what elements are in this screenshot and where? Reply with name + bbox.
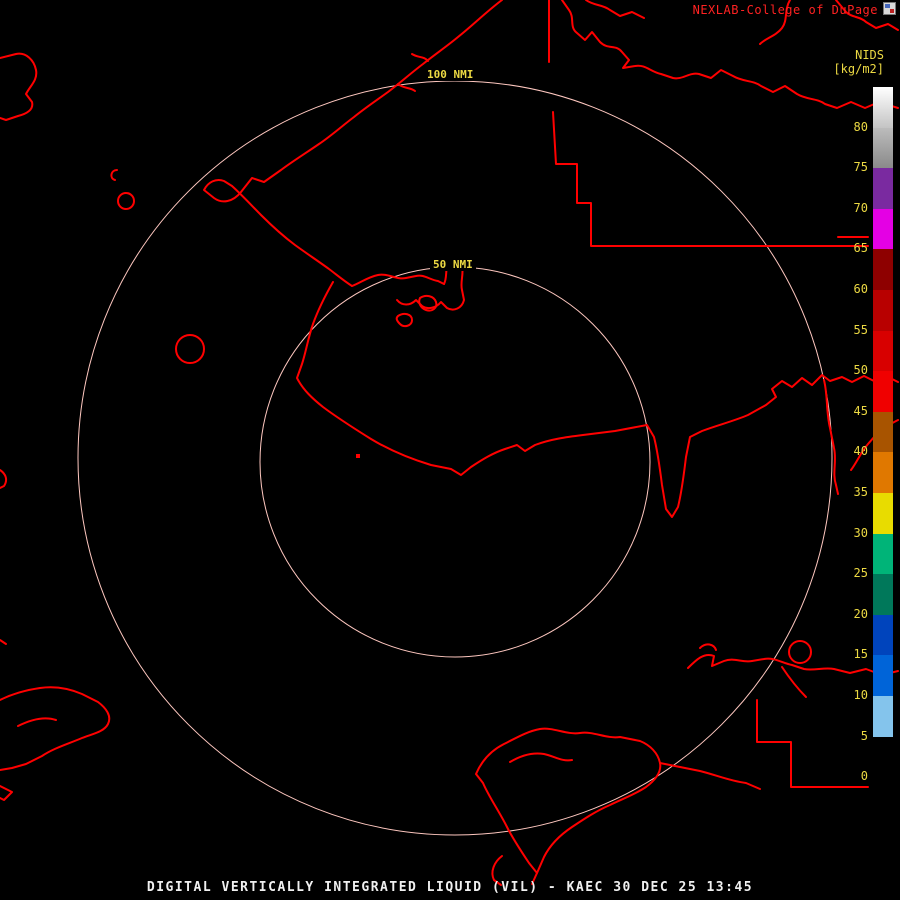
island-top-3 — [585, 0, 645, 19]
peninsula-east — [823, 379, 839, 495]
colorbar-segment-0 — [873, 736, 893, 778]
colorbar-segment-10 — [873, 655, 893, 696]
colorbar-segment-65 — [873, 208, 893, 250]
island-inner-detail — [509, 752, 573, 763]
island-ring-west — [175, 334, 205, 364]
coastline-south — [296, 281, 899, 518]
colorbar-segment-25 — [873, 533, 893, 575]
range-ring-100nmi — [77, 80, 833, 836]
radar-viewport: NEXLAB-College of DuPage NIDS [kg/m2] 80… — [0, 0, 900, 900]
landmass-southwest — [0, 686, 111, 771]
colorbar-segment-30 — [873, 492, 893, 534]
landmass-northwest-corner — [0, 52, 38, 121]
island-connector-east — [659, 762, 761, 790]
islet-near-label-1 — [411, 53, 429, 62]
colorbar-segment-80 — [873, 87, 893, 128]
station-dot — [356, 454, 360, 458]
bay-coast — [351, 273, 445, 287]
boundary-stepped — [552, 111, 869, 247]
inlet-east-mid — [781, 666, 807, 698]
colorbar-segment-20 — [873, 574, 893, 615]
colorbar-segment-45 — [873, 371, 893, 412]
ring-label-100nmi: 100 NMI — [424, 68, 477, 81]
range-ring-50nmi — [259, 266, 651, 658]
colorbar-units: [kg/m2] — [833, 62, 884, 76]
radar-map — [0, 0, 899, 886]
islet-left-edge-2 — [0, 639, 7, 645]
map-outlines — [0, 0, 899, 886]
colorbar-segment-55 — [873, 289, 893, 331]
colorbar — [873, 87, 893, 778]
boundary-bottom-right — [756, 699, 869, 788]
colorbar-header: NIDS [kg/m2] — [833, 48, 884, 76]
island-ring-east — [788, 640, 812, 664]
islet-c-mark — [110, 169, 118, 181]
colorbar-segment-50 — [873, 330, 893, 372]
brand-title: NEXLAB-College of DuPage — [692, 3, 878, 17]
product-caption: DIGITAL VERTICALLY INTEGRATED LIQUID (VI… — [146, 880, 754, 895]
range-rings — [77, 80, 833, 836]
colorbar-title: NIDS — [855, 48, 884, 62]
island-bottom-center — [475, 727, 662, 874]
islet-southwest — [0, 785, 13, 801]
colorbar-segment-40 — [873, 411, 893, 453]
colorbar-segment-35 — [873, 452, 893, 493]
coastline-east-mid — [687, 654, 899, 676]
bay-island-2 — [395, 312, 413, 328]
islet-near-label-2 — [397, 83, 416, 92]
island-ring-small — [117, 192, 135, 210]
colorbar-segment-70 — [873, 168, 893, 209]
islet-left-edge-1 — [0, 469, 8, 489]
colorbar-segment-60 — [873, 249, 893, 290]
islet-east-mid — [699, 643, 717, 651]
brand-icon — [883, 2, 896, 15]
colorbar-segment-5 — [873, 695, 893, 737]
ring-label-50nmi: 50 NMI — [430, 258, 476, 271]
colorbar-segment-15 — [873, 614, 893, 656]
colorbar-segment-75 — [873, 127, 893, 169]
landmass-southwest-inner — [17, 717, 57, 727]
